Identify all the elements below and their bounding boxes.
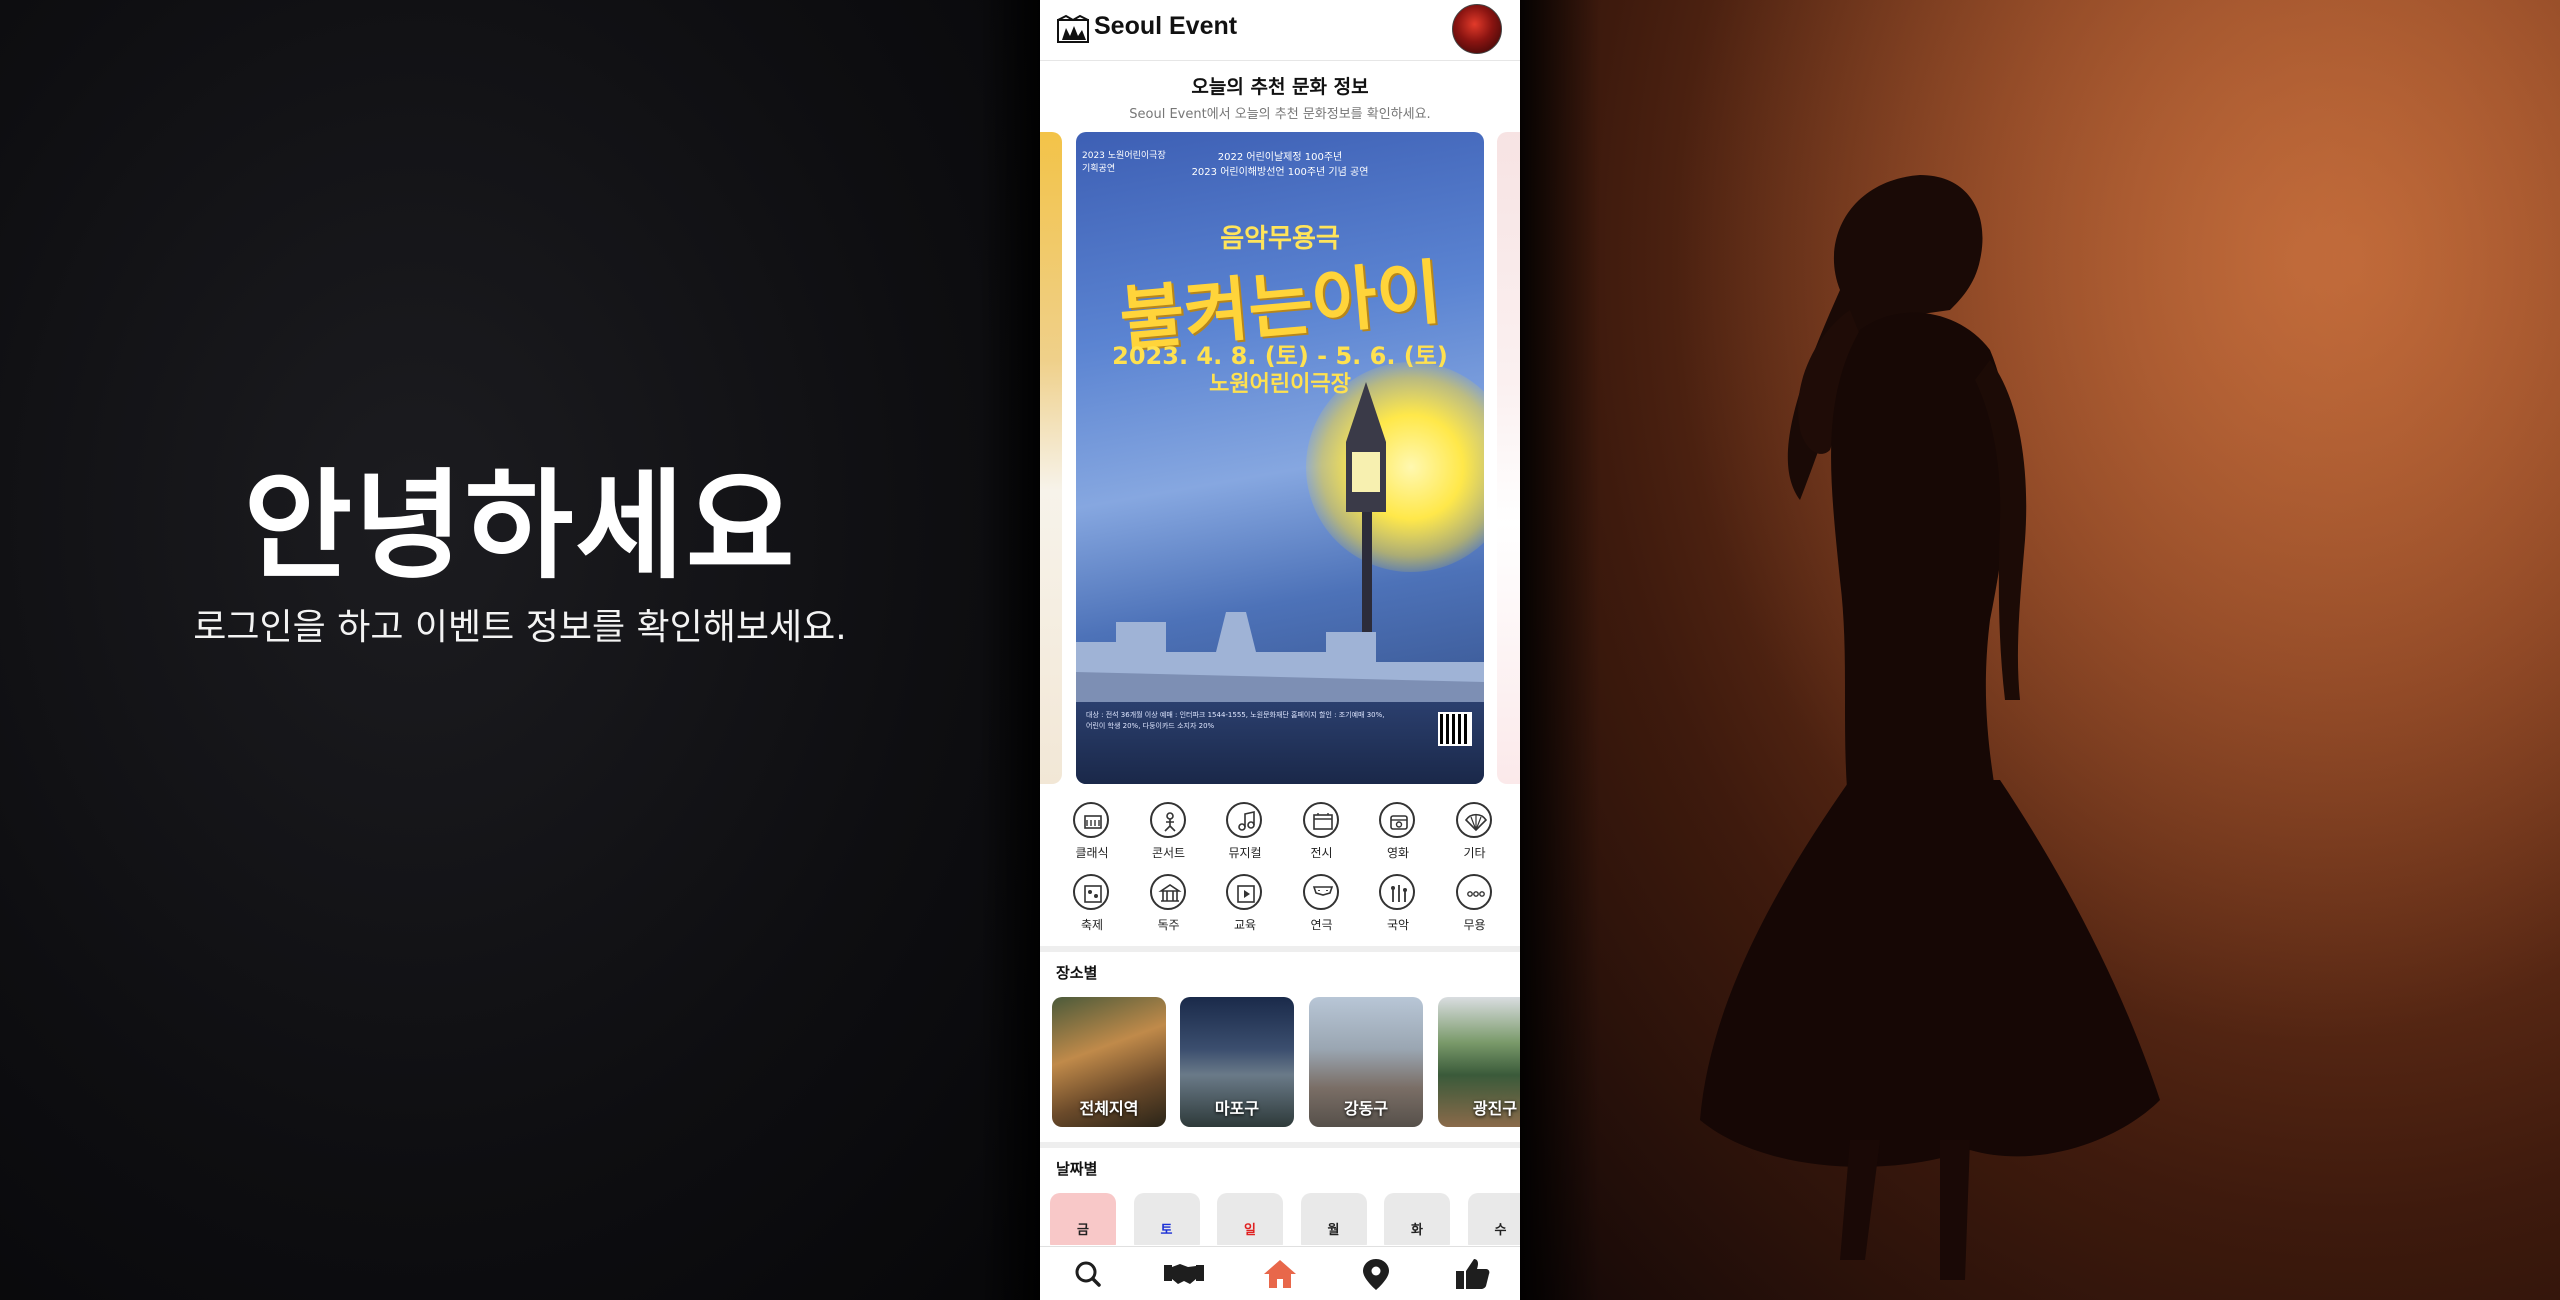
dancer-silhouette [1520,0,2560,1300]
place-label: 전체지역 [1079,1099,1139,1118]
date-chip[interactable]: 일 [1217,1193,1283,1245]
category-item[interactable]: 콘서트 [1131,798,1207,868]
search-icon [1075,1261,1101,1287]
places-section-title: 장소별 [1056,964,1098,982]
dates-section-title: 날짜별 [1056,1160,1098,1178]
thumbs-up-icon [1456,1259,1490,1289]
bottom-nav [1040,1246,1520,1300]
category-grid: 클래식 콘서트 뮤지컬 전시 영화 기타축제 독주 교육 연극 국악 무용 [1040,798,1520,948]
category-label: 기타 [1463,846,1486,860]
qr-code-icon [1438,712,1472,746]
category-label: 교육 [1233,918,1257,932]
concert-icon [1149,802,1186,838]
category-item[interactable]: 연극 [1284,870,1360,940]
category-label: 연극 [1310,918,1333,932]
movie-icon [1379,802,1415,838]
date-label: 토 [1160,1223,1173,1238]
category-label: 뮤지컬 [1228,846,1262,860]
date-chip[interactable]: 화 [1384,1193,1450,1245]
dancer-background-image [1520,0,2560,1300]
category-label: 축제 [1080,918,1104,932]
carousel-prev-slide[interactable] [1040,132,1062,784]
mobile-app-frame: Seoul Event 오늘의 추천 문화 정보 Seoul Event에서 오… [1040,0,1520,1300]
place-label: 강동구 [1343,1099,1389,1118]
welcome-pane: 안녕하세요 로그인을 하고 이벤트 정보를 확인해보세요. [0,0,1040,1300]
poster-top-line1: 2022 어린이날제정 100주년 [1217,152,1343,163]
place-label: 마포구 [1214,1099,1260,1118]
nav-search[interactable] [1064,1257,1112,1291]
fan-icon [1455,802,1492,838]
nav-recommend[interactable] [1448,1257,1496,1291]
city-illustration [1076,612,1484,712]
category-label: 무용 [1463,918,1486,932]
education-icon [1226,874,1262,910]
theater-icon [1302,874,1339,910]
category-item[interactable]: 축제 [1054,870,1130,940]
date-label: 월 [1327,1223,1340,1238]
category-item[interactable]: 뮤지컬 [1207,798,1283,868]
handshake-icon [1164,1264,1204,1284]
category-item[interactable]: 국악 [1360,870,1436,940]
recommend-carousel[interactable]: 2023 노원어린이극장 기획공연 2022 어린이날제정 100주년 2023… [1040,132,1520,788]
place-label: 광진구 [1472,1099,1518,1118]
date-label: 수 [1494,1223,1507,1238]
exhibition-icon [1302,802,1339,838]
date-chip[interactable]: 토 [1133,1193,1200,1245]
place-card-all[interactable]: 전체지역 [1052,997,1166,1127]
section-divider [1040,946,1520,952]
date-label: 금 [1077,1223,1089,1238]
category-item[interactable]: 무용 [1437,870,1513,940]
nav-events[interactable] [1160,1257,1208,1291]
carousel-current-poster[interactable]: 2023 노원어린이극장 기획공연 2022 어린이날제정 100주년 2023… [1076,132,1484,784]
dates-list[interactable]: 금토일월화수 [1050,1193,1520,1245]
recommend-subtitle: Seoul Event에서 오늘의 추천 문화정보를 확인하세요. [1129,107,1431,122]
category-label: 콘서트 [1151,846,1186,860]
logo-icon [1057,14,1089,43]
section-divider [1040,1142,1520,1148]
date-chip[interactable]: 금 [1050,1193,1116,1245]
poster-top-text: 2022 어린이날제정 100주년 2023 어린이해방선언 100주년 기념 … [1076,150,1484,180]
place-card-mapo[interactable]: 마포구 [1180,997,1294,1127]
category-label: 국악 [1386,918,1410,932]
places-list[interactable]: 전체지역 마포구 강동구 광진구 [1052,997,1520,1129]
date-chip[interactable]: 월 [1300,1193,1367,1245]
category-label: 영화 [1386,846,1410,860]
poster-top-line2: 2023 어린이해방선언 100주년 기념 공연 [1191,167,1369,178]
poster-info-text: 대상 : 전석 36개월 이상 예매 : 인터파크 1544-1555, 노원문… [1086,711,1385,730]
app-title[interactable]: Seoul Event [1094,12,1237,41]
nav-location[interactable] [1352,1257,1400,1291]
home-icon [1264,1260,1296,1288]
category-item[interactable]: 영화 [1360,798,1436,868]
avatar[interactable] [1452,4,1502,54]
place-card-gwangjin[interactable]: 광진구 [1438,997,1520,1127]
greeting-heading: 안녕하세요 [243,457,797,595]
classic-icon [1073,802,1109,838]
festival-icon [1073,874,1109,910]
gugak-icon [1379,874,1415,910]
category-item[interactable]: 교육 [1207,870,1283,940]
category-item[interactable]: 전시 [1284,798,1360,868]
place-card-gangdong[interactable]: 강동구 [1309,997,1423,1127]
poster-info-strip: 대상 : 전석 36개월 이상 예매 : 인터파크 1544-1555, 노원문… [1076,702,1484,784]
category-label: 전시 [1310,846,1333,860]
category-item[interactable]: 클래식 [1054,798,1130,868]
musical-icon [1226,802,1262,838]
category-label: 클래식 [1075,846,1109,860]
category-label: 독주 [1157,918,1180,932]
category-item[interactable]: 기타 [1437,798,1513,868]
nav-home[interactable] [1256,1257,1304,1291]
recommend-title: 오늘의 추천 문화 정보 [1191,76,1369,98]
location-pin-icon [1363,1259,1389,1290]
solo-icon [1149,874,1186,910]
date-chip[interactable]: 수 [1467,1193,1520,1245]
date-label: 화 [1411,1223,1423,1238]
carousel-next-slide[interactable] [1497,132,1520,784]
poster-venue: 노원어린이극장 [1209,372,1351,397]
category-item[interactable]: 독주 [1131,870,1207,940]
date-label: 일 [1244,1223,1256,1238]
greeting-subtitle: 로그인을 하고 이벤트 정보를 확인해보세요. [193,607,847,648]
more-icon [1455,874,1492,910]
app-header: Seoul Event [1040,0,1520,61]
